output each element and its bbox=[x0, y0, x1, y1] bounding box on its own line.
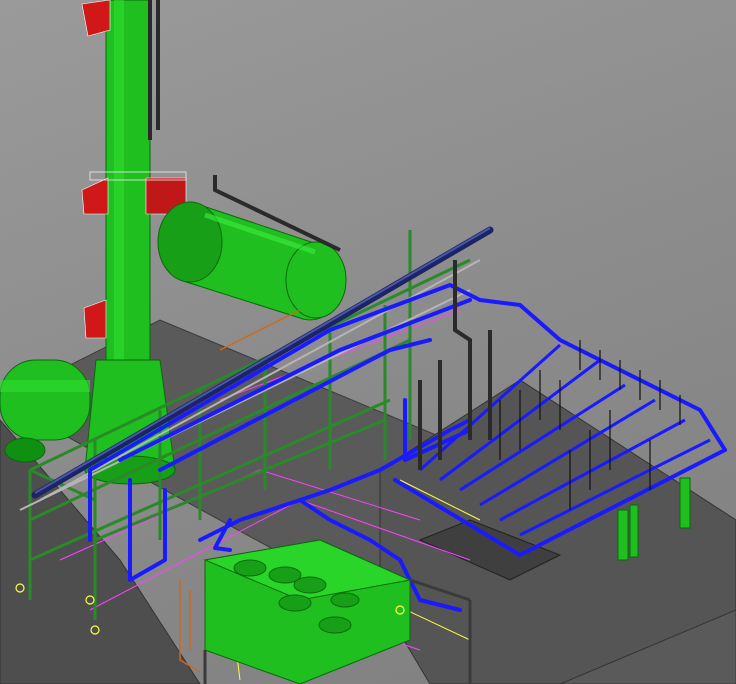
3d-plant-viewport[interactable] bbox=[0, 0, 736, 684]
plant-model-scene[interactable] bbox=[0, 0, 736, 684]
horizontal-drum[interactable] bbox=[157, 201, 347, 321]
